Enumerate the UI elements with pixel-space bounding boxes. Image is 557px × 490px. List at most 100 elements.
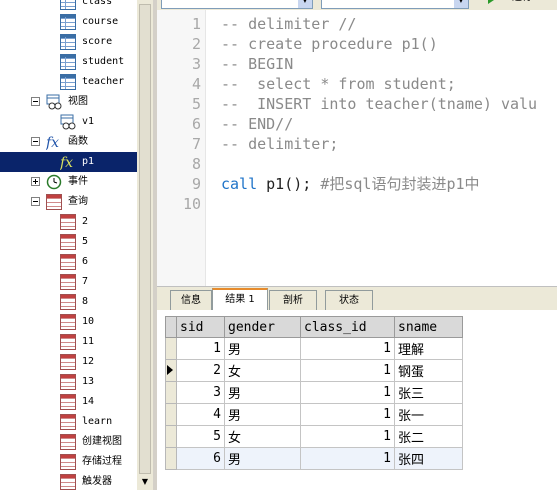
table-cell[interactable]: 1	[300, 359, 395, 382]
run-button[interactable]: 运行	[484, 0, 557, 8]
table-cell[interactable]: 男	[224, 403, 301, 426]
table-row[interactable]: 2 女 1 钢蛋	[165, 359, 463, 382]
tree-item[interactable]: class	[0, 0, 137, 12]
table-cell[interactable]: 6	[176, 447, 225, 470]
tree-item[interactable]: 13	[0, 372, 137, 392]
tree-item[interactable]: course	[0, 12, 137, 32]
object-tree[interactable]: class course score student teacher 视图 v1 fx 函数 fx…	[0, 0, 137, 490]
table-cell[interactable]: 5	[176, 425, 225, 448]
table-cell[interactable]: 4	[176, 403, 225, 426]
table-cell[interactable]: 理解	[394, 337, 463, 360]
tree-item[interactable]: 8	[0, 292, 137, 312]
code-line[interactable]: -- create procedure p1()	[221, 34, 438, 54]
collapse-icon[interactable]	[31, 137, 40, 146]
table-cell[interactable]: 1	[300, 381, 395, 404]
tree-scrollbar[interactable]: ▼	[137, 0, 153, 490]
table-cell[interactable]: 1	[300, 425, 395, 448]
query-icon	[60, 294, 76, 310]
tree-item[interactable]: 2	[0, 212, 137, 232]
table-cell[interactable]: 男	[224, 447, 301, 470]
result-tab[interactable]: 状态	[325, 290, 373, 310]
table-row[interactable]: 3 男 1 张三	[165, 381, 463, 404]
table-cell[interactable]: 2	[176, 359, 225, 382]
table-cell[interactable]: 1	[300, 337, 395, 360]
tree-item[interactable]: 查询	[0, 192, 137, 212]
tree-item[interactable]: 视图	[0, 92, 137, 112]
tree-item[interactable]: 触发器	[0, 472, 137, 490]
connection-select[interactable]: second ▼	[161, 0, 313, 9]
expand-icon[interactable]	[31, 177, 40, 186]
sql-editor[interactable]: 1 2 3 4 5 6 7 8 9 10 -- delimiter // -- create pro…	[157, 10, 557, 286]
table-row[interactable]: 6 男 1 张四	[165, 447, 463, 470]
scroll-down-icon[interactable]: ▼	[139, 476, 151, 488]
tree-item[interactable]: 14	[0, 392, 137, 412]
row-indicator[interactable]	[165, 359, 177, 382]
tree-item[interactable]: 7	[0, 272, 137, 292]
code-token: -- create procedure p1()	[221, 35, 438, 53]
table-row[interactable]: 4 男 1 张一	[165, 403, 463, 426]
row-indicator[interactable]	[165, 425, 177, 448]
code-line[interactable]: -- INSERT into teacher(tname) valu	[221, 94, 537, 114]
table-cell[interactable]: 3	[176, 381, 225, 404]
result-tab[interactable]: 剖析	[269, 290, 317, 310]
tree-item[interactable]: 11	[0, 332, 137, 352]
tree-scrollbar-thumb[interactable]	[139, 4, 151, 474]
code-line[interactable]: -- END//	[221, 114, 293, 134]
table-cell[interactable]: 女	[224, 359, 301, 382]
tree-item[interactable]: 创建视图	[0, 432, 137, 452]
result-tab-bar: 信息 结果 1 剖析 状态	[157, 286, 557, 311]
code-token: -- delimiter;	[221, 135, 339, 153]
table-row[interactable]: 5 女 1 张二	[165, 425, 463, 448]
tree-item-label: 事件	[68, 176, 88, 187]
result-grid[interactable]: sid gender class_id sname 1 男 1 理解 2 女 1 钢蛋 3 男 1 张三 4 男…	[157, 310, 557, 490]
column-header[interactable]: class_id	[300, 316, 395, 338]
table-row[interactable]: 1 男 1 理解	[165, 337, 463, 360]
tree-item[interactable]: fx 函数	[0, 132, 137, 152]
code-line[interactable]: -- delimiter;	[221, 134, 338, 154]
tree-item[interactable]: 6	[0, 252, 137, 272]
table-cell[interactable]: 张二	[394, 425, 463, 448]
code-line[interactable]: -- select * from student;	[221, 74, 456, 94]
table-cell[interactable]: 1	[176, 337, 225, 360]
code-line[interactable]: call p1(); #把sql语句封装进p1中	[221, 174, 480, 194]
tree-item[interactable]: 12	[0, 352, 137, 372]
tree-item[interactable]: 事件	[0, 172, 137, 192]
code-line[interactable]: -- BEGIN	[221, 54, 293, 74]
tree-item[interactable]: 10	[0, 312, 137, 332]
tree-item[interactable]: 5	[0, 232, 137, 252]
tree-item[interactable]: teacher	[0, 72, 137, 92]
run-button-label: 运行	[512, 0, 532, 3]
table-cell[interactable]: 张三	[394, 381, 463, 404]
column-header[interactable]: sname	[394, 316, 463, 338]
tree-item[interactable]: score	[0, 32, 137, 52]
result-tab[interactable]: 信息	[170, 290, 212, 310]
collapse-icon[interactable]	[31, 197, 40, 206]
table-cell[interactable]: 男	[224, 337, 301, 360]
row-indicator[interactable]	[165, 403, 177, 426]
code-line[interactable]: -- delimiter //	[221, 14, 356, 34]
table-cell[interactable]: 钢蛋	[394, 359, 463, 382]
result-tab[interactable]: 结果 1	[212, 288, 268, 311]
tree-item[interactable]: 存储过程	[0, 452, 137, 472]
table-cell[interactable]: 张四	[394, 447, 463, 470]
tree-item[interactable]: v1	[0, 112, 137, 132]
code-token: -- select * from student;	[221, 75, 456, 93]
collapse-icon[interactable]	[31, 97, 40, 106]
column-header[interactable]: gender	[224, 316, 301, 338]
tree-item[interactable]: fx p1	[0, 152, 137, 172]
table-cell[interactable]: 张一	[394, 403, 463, 426]
tree-item[interactable]: student	[0, 52, 137, 72]
table-cell[interactable]: 女	[224, 425, 301, 448]
database-select[interactable]: dbs ▼	[321, 0, 469, 9]
table-cell[interactable]: 1	[300, 403, 395, 426]
chevron-down-icon[interactable]: ▼	[454, 0, 468, 8]
row-indicator[interactable]	[165, 381, 177, 404]
column-header[interactable]: sid	[176, 316, 225, 338]
tree-item-label: 8	[82, 296, 89, 307]
table-cell[interactable]: 1	[300, 447, 395, 470]
table-cell[interactable]: 男	[224, 381, 301, 404]
row-indicator[interactable]	[165, 337, 177, 360]
tree-item[interactable]: learn	[0, 412, 137, 432]
row-indicator[interactable]	[165, 447, 177, 470]
chevron-down-icon[interactable]: ▼	[298, 0, 312, 8]
